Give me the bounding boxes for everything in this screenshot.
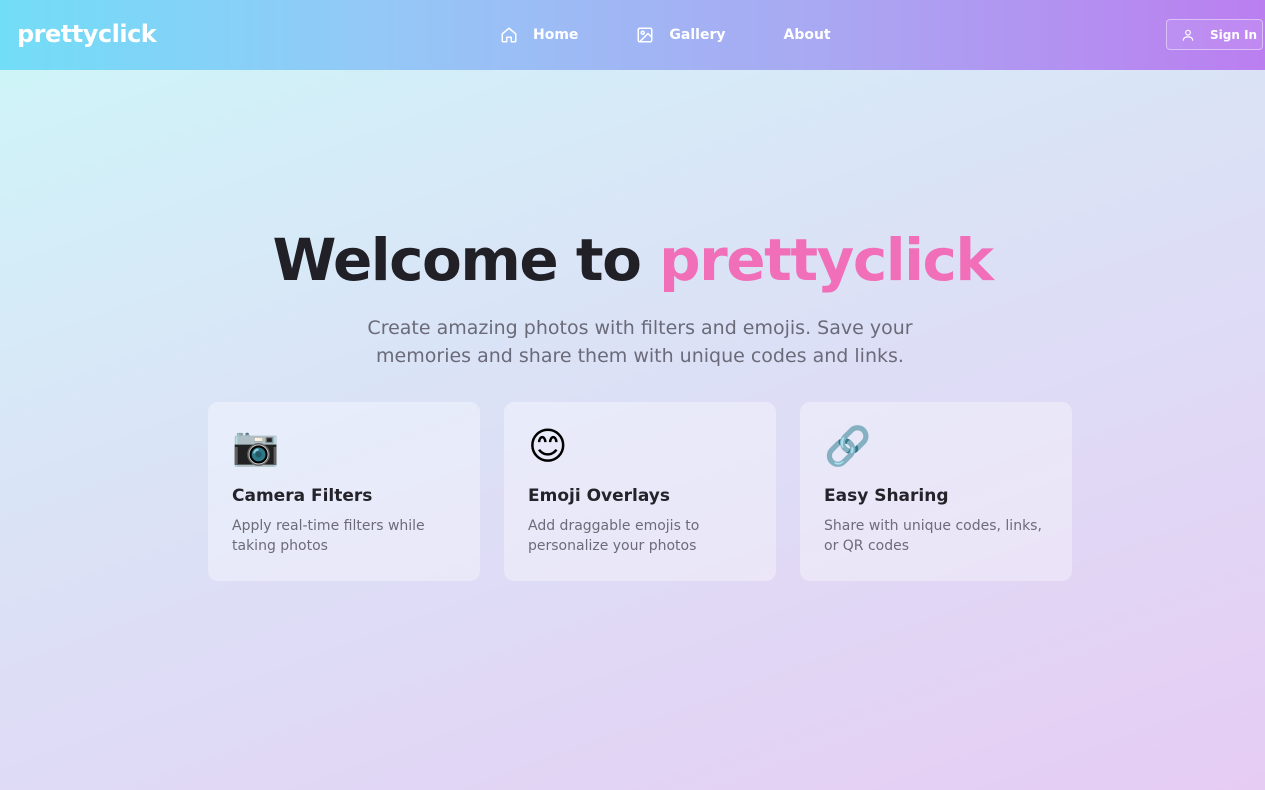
hero-title-brand: prettyclick [659,226,994,294]
feature-card-emoji-overlays: 😊 Emoji Overlays Add draggable emojis to… [504,402,776,581]
nav-about-label: About [783,27,831,43]
feature-card-title: Camera Filters [232,486,373,506]
sign-in-label: Sign In [1210,27,1258,42]
logo[interactable]: prettyclick [17,18,157,50]
nav-links: Home Gallery About [500,24,831,46]
hero-subtitle: Create amazing photos with filters and e… [367,317,913,367]
feature-card-description: Add draggable emojis to personalize your… [528,518,700,554]
smiley-icon: 😊 [528,424,568,468]
link-icon: 🔗 [824,424,872,468]
nav-home-link[interactable]: Home [500,24,578,46]
feature-card-title: Emoji Overlays [528,486,671,506]
feature-card-easy-sharing: 🔗 Easy Sharing Share with unique codes, … [800,402,1072,581]
image-icon [636,26,654,44]
nav-home-label: Home [533,27,579,43]
feature-card-title: Easy Sharing [824,486,949,506]
nav-gallery-label: Gallery [669,27,726,43]
nav-about-link[interactable]: About [783,24,830,46]
top-navbar: prettyclick Home Gallery About Sign In [0,0,1265,70]
hero-title: Welcome to prettyclick [0,222,1265,298]
feature-card-camera-filters: 📷 Camera Filters Apply real-time filters… [208,402,480,581]
nav-gallery-link[interactable]: Gallery [636,24,725,46]
sign-in-button[interactable]: Sign In [1166,19,1263,50]
feature-card-description: Apply real-time filters while taking pho… [232,518,425,554]
hero-title-prefix: Welcome to [272,226,642,294]
camera-icon: 📷 [232,424,280,468]
feature-card-description: Share with unique codes, links, or QR co… [824,518,1042,554]
user-icon [1181,28,1195,42]
home-icon [500,26,518,44]
